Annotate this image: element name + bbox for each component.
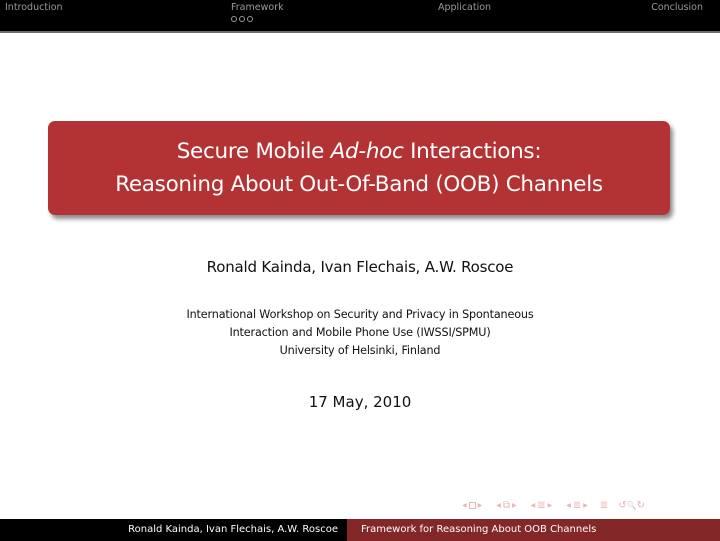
- title-line-1: Secure Mobile Ad-hoc Interactions:: [177, 135, 542, 168]
- nav-section-application[interactable]: Application: [438, 2, 491, 13]
- frame-bullet-3[interactable]: [247, 16, 253, 22]
- appendix-icon[interactable]: ≣: [600, 500, 608, 511]
- next-doc-arrow-icon[interactable]: ▶: [583, 502, 588, 509]
- title-text-part: Secure Mobile: [176, 139, 331, 164]
- title-text-part: Interactions:: [403, 139, 542, 164]
- subsection-nav: ◀ ⧉ ▶: [494, 500, 518, 511]
- section-icon[interactable]: ≣: [537, 500, 545, 511]
- institute-line-1: International Workshop on Security and P…: [186, 308, 534, 321]
- title-line-2: Reasoning About Out-Of-Band (OOB) Channe…: [115, 172, 603, 197]
- prev-section-arrow-icon[interactable]: ◀: [531, 502, 536, 509]
- frame-icon[interactable]: [468, 502, 476, 509]
- title-block: Secure Mobile Ad-hoc Interactions: Reaso…: [48, 121, 670, 215]
- frame-bullet-2[interactable]: [239, 16, 245, 22]
- title-italic-part: Ad-hoc: [330, 139, 404, 164]
- history-nav: ↺ 🔍 ↻: [618, 500, 645, 511]
- institute-line-2: Interaction and Mobile Phone Use (IWSSI/…: [229, 326, 491, 339]
- headline-bar: Introduction Framework Application Concl…: [0, 0, 720, 33]
- nav-section-framework[interactable]: Framework: [231, 2, 284, 13]
- undo-icon[interactable]: ↺: [618, 500, 626, 511]
- nav-section-introduction[interactable]: Introduction: [5, 2, 63, 13]
- nav-section-conclusion[interactable]: Conclusion: [651, 2, 703, 13]
- section-nav: ◀ ≣ ▶: [529, 500, 555, 511]
- next-section-arrow-icon[interactable]: ▶: [548, 502, 553, 509]
- institute: International Workshop on Security and P…: [0, 306, 720, 360]
- subsection-icon[interactable]: ⧉: [503, 500, 510, 511]
- authors: Ronald Kainda, Ivan Flechais, A.W. Rosco…: [206, 258, 514, 276]
- footer-authors: Ronald Kainda, Ivan Flechais, A.W. Rosco…: [0, 519, 347, 541]
- frame-bullet-1[interactable]: [231, 16, 237, 22]
- footer-short-title: Framework for Reasoning About OOB Channe…: [347, 519, 720, 541]
- next-frame-arrow-icon[interactable]: ▶: [478, 502, 483, 509]
- date: 17 May, 2010: [308, 393, 412, 411]
- next-subsection-arrow-icon[interactable]: ▶: [512, 502, 517, 509]
- institute-line-3: University of Helsinki, Finland: [279, 344, 441, 357]
- document-icon[interactable]: ≣: [573, 500, 581, 511]
- beamer-navigation-symbols: ◀ ▶ ◀ ⧉ ▶ ◀ ≣ ▶ ◀ ≣ ▶ ≣ ↺ 🔍 ↻: [460, 500, 655, 511]
- prev-frame-arrow-icon[interactable]: ◀: [462, 502, 467, 509]
- frame-nav: ◀ ▶: [460, 502, 484, 509]
- prev-doc-arrow-icon[interactable]: ◀: [566, 502, 571, 509]
- footer: Ronald Kainda, Ivan Flechais, A.W. Rosco…: [0, 519, 720, 541]
- search-icon[interactable]: 🔍: [627, 501, 637, 510]
- prev-subsection-arrow-icon[interactable]: ◀: [496, 502, 501, 509]
- redo-icon[interactable]: ↻: [637, 500, 645, 511]
- appendix-nav: ≣: [600, 500, 608, 511]
- framework-frame-bullets: [231, 16, 253, 22]
- document-nav: ◀ ≣ ▶: [564, 500, 590, 511]
